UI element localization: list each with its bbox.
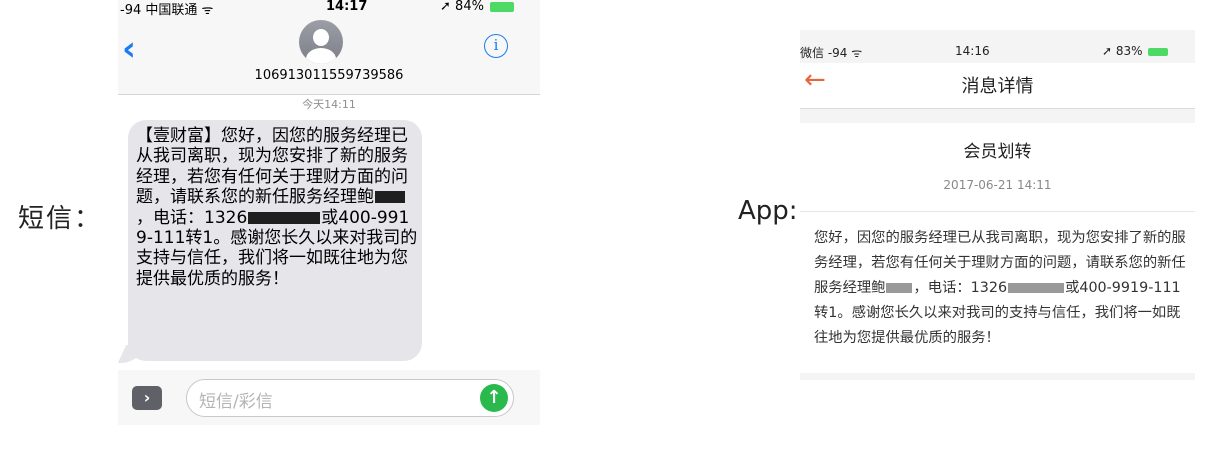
input-placeholder: 短信/彩信 [199, 392, 273, 412]
battery-icon [1148, 47, 1169, 56]
body-text-2: ，电话：1326 [913, 280, 1008, 296]
message-input[interactable]: 短信/彩信 [186, 379, 514, 417]
location-icon: ➚ [1102, 44, 1113, 58]
battery-icon [490, 1, 515, 12]
status-right: ➚ 84% [440, 0, 515, 14]
redacted-phone [1008, 283, 1065, 293]
app-status-bar: 微信 -94 ᯤ 14:16 ➚ 83% [800, 44, 1195, 60]
wifi-icon: ᯤ [201, 3, 214, 18]
sms-label: 短信： [18, 204, 103, 234]
compose-bar: › 短信/彩信 ↑ [118, 370, 540, 425]
app-status-right: ➚ 83% [1102, 44, 1169, 58]
app-screenshot: 微信 -94 ᯤ 14:16 ➚ 83% ← 消息详情 会员划转 2017-06… [800, 30, 1195, 380]
location-icon: ➚ [440, 0, 451, 14]
card-body: 您好，因您的服务经理已从我司离职，现为您安排了新的服务经理，若您有任何关于理财方… [814, 226, 1190, 351]
nav-title: 消息详情 [961, 76, 1034, 97]
message-bubble: 【壹财富】您好，因您的服务经理已从我司离职，现为您安排了新的服务经理，若您有任何… [128, 120, 422, 361]
app-label: App: [738, 196, 798, 226]
battery-percent: 84% [455, 0, 484, 14]
carrier-label: -94 中国联通 ᯤ [120, 3, 214, 18]
nav-bar: ← 消息详情 [800, 63, 1195, 109]
wifi-icon: ᯤ [851, 46, 863, 60]
chevron-right-icon[interactable]: › [132, 386, 162, 410]
sms-header: -94 中国联通 ᯤ 14:17 ➚ 84% ‹ i 1069130115597… [118, 0, 540, 95]
status-time: 14:17 [326, 0, 368, 14]
message-card: 会员划转 2017-06-21 14:11 您好，因您的服务经理已从我司离职，现… [800, 123, 1195, 373]
message-date: 今天14:11 [302, 98, 356, 111]
app-battery-percent: 83% [1115, 44, 1143, 58]
card-title: 会员划转 [963, 142, 1032, 162]
card-divider [800, 211, 1195, 212]
redacted-name [375, 191, 405, 204]
info-icon[interactable]: i [484, 34, 508, 58]
app-carrier-label: 微信 -94 ᯤ [800, 46, 863, 60]
message-text-2: ，电话：1326 [136, 207, 248, 228]
status-bar: -94 中国联通 ᯤ 14:17 ➚ 84% [118, 0, 540, 18]
redacted-name [886, 283, 913, 293]
app-status-time: 14:16 [955, 44, 990, 58]
card-date: 2017-06-21 14:11 [943, 178, 1052, 192]
contact-avatar[interactable] [299, 20, 343, 64]
sender-number: 106913011559739586 [254, 68, 404, 83]
redacted-phone [248, 211, 321, 224]
message-text-1: 【壹财富】您好，因您的服务经理已从我司离职，现为您安排了新的服务经理，若您有任何… [136, 126, 408, 208]
arrow-up-icon[interactable]: ↑ [480, 384, 508, 412]
sms-screenshot: -94 中国联通 ᯤ 14:17 ➚ 84% ‹ i 1069130115597… [118, 0, 540, 425]
chevron-left-icon[interactable]: ‹ [122, 32, 136, 66]
